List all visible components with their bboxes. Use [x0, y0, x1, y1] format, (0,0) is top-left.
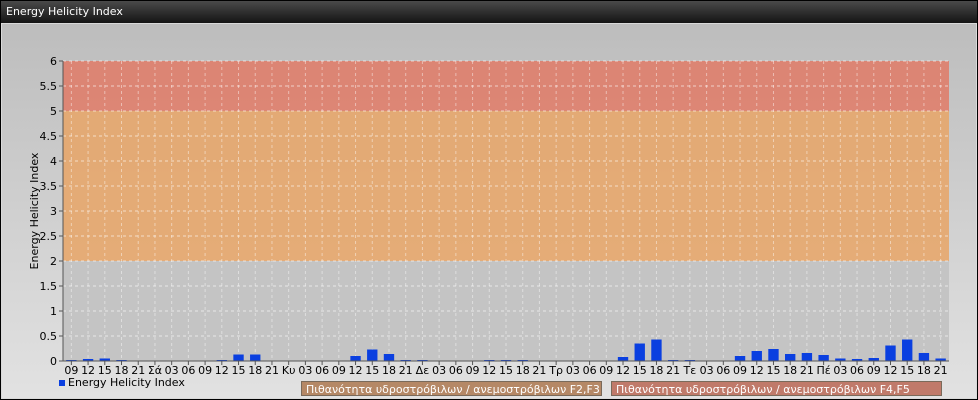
x-tick-label: 18 — [917, 364, 931, 377]
x-tick-label: 09 — [332, 364, 346, 377]
x-tick-label: 06 — [850, 364, 864, 377]
x-tick-label: 09 — [466, 364, 480, 377]
band-label-f2f3: Πιθανότητα υδροστρόβιλων / ανεμοστρόβιλω… — [301, 381, 602, 396]
x-tick-label: 18 — [248, 364, 262, 377]
x-tick-label: 15 — [633, 364, 647, 377]
x-tick-label: 21 — [532, 364, 546, 377]
legend[interactable]: Energy Helicity Index — [59, 376, 185, 389]
bar — [918, 353, 930, 361]
band-label-f4f5: Πιθανότητα υδροστρόβιλων / ανεμοστρόβιλω… — [611, 381, 942, 396]
x-tick-label: 06 — [716, 364, 730, 377]
bar — [885, 345, 896, 361]
x-tick-label: 12 — [616, 364, 630, 377]
x-tick-label: 15 — [766, 364, 780, 377]
x-tick-label: 03 — [298, 364, 312, 377]
bar — [350, 356, 361, 361]
legend-swatch — [59, 380, 65, 386]
x-tick-label: Κυ — [282, 364, 296, 377]
y-tick-label: 5 — [50, 105, 57, 118]
x-tick-label: 21 — [800, 364, 814, 377]
x-tick-label: Τε — [683, 364, 697, 377]
y-tick-label: 4 — [50, 155, 57, 168]
legend-label: Energy Helicity Index — [68, 376, 185, 389]
x-tick-label: 12 — [482, 364, 496, 377]
bar — [785, 354, 796, 361]
y-tick-label: 3 — [50, 205, 57, 218]
x-tick-label: 15 — [900, 364, 914, 377]
x-tick-label: 09 — [733, 364, 747, 377]
y-tick-label: 1 — [50, 305, 57, 318]
x-tick-label: 21 — [666, 364, 680, 377]
bar — [233, 354, 244, 361]
x-tick-label: 15 — [365, 364, 379, 377]
x-tick-label: 12 — [349, 364, 363, 377]
x-tick-label: 18 — [516, 364, 530, 377]
bar — [818, 355, 829, 361]
y-tick-label: 2 — [50, 255, 57, 268]
x-tick-label: 03 — [566, 364, 580, 377]
bar — [367, 349, 378, 361]
x-tick-label: 18 — [382, 364, 396, 377]
bar — [651, 339, 662, 361]
x-tick-label: 06 — [315, 364, 329, 377]
y-tick-label: 5.5 — [40, 80, 58, 93]
x-tick-label: 15 — [232, 364, 246, 377]
ehi-bar-chart: 00.511.522.533.544.555.5609 12 15 18 21 Σά 03 0… — [28, 55, 949, 377]
x-tick-label: 06 — [449, 364, 463, 377]
chart-panel: Energy Helicity Index 0 0.5 1 1.5 2 2.5 3 3.5 4 4… — [0, 0, 978, 400]
x-tick-label: 12 — [883, 364, 897, 377]
bar — [634, 343, 645, 361]
y-tick-label: 6 — [50, 55, 57, 68]
y-tick-label: 1.5 — [40, 280, 58, 293]
bar — [617, 357, 629, 361]
x-tick-label: Πέ — [817, 364, 831, 377]
x-tick-label: 03 — [432, 364, 446, 377]
x-tick-label: 12 — [750, 364, 764, 377]
bar — [768, 349, 779, 361]
x-tick-label: 15 — [499, 364, 513, 377]
bar — [250, 354, 261, 361]
bar — [902, 339, 913, 361]
y-tick-label: 2.5 — [40, 230, 58, 243]
x-tick-label: 09 — [867, 364, 881, 377]
bar — [801, 353, 813, 361]
bar — [734, 356, 746, 361]
x-tick-label: 18 — [649, 364, 663, 377]
x-tick-label: 09 — [198, 364, 212, 377]
bar — [383, 354, 395, 361]
y-tick-label: 0 — [50, 355, 57, 368]
bar — [751, 351, 762, 361]
y-tick-label: 4.5 — [40, 130, 58, 143]
y-tick-label: 3.5 — [40, 180, 58, 193]
x-tick-label: 18 — [783, 364, 797, 377]
y-axis-label: Energy Helicity Index — [28, 152, 41, 269]
x-tick-label: 21 — [399, 364, 413, 377]
y-tick-label: 0.5 — [40, 330, 58, 343]
x-tick-label: 09 — [599, 364, 613, 377]
x-tick-label: 06 — [583, 364, 597, 377]
x-tick-label: Δε — [416, 364, 430, 377]
x-tick-label: 03 — [700, 364, 714, 377]
x-tick-label: 21 — [934, 364, 948, 377]
x-tick-label: 12 — [215, 364, 229, 377]
x-tick-label: 21 — [265, 364, 279, 377]
x-tick-label: 03 — [833, 364, 847, 377]
x-tick-label: Τρ — [548, 364, 563, 377]
